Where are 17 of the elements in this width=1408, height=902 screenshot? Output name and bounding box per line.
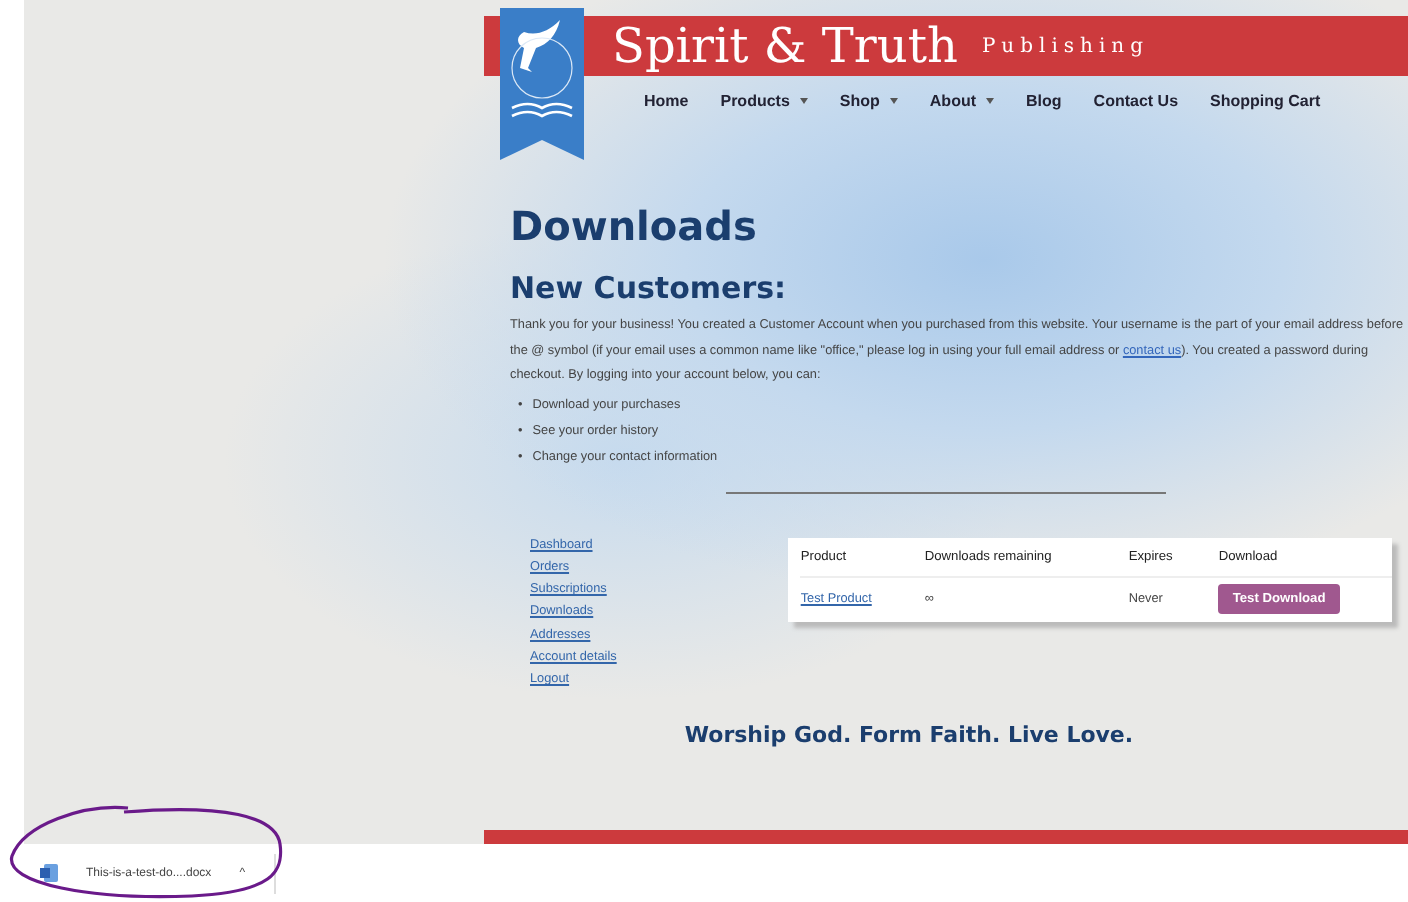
site-title: Spirit & Truth	[612, 18, 958, 74]
nav-link[interactable]: About	[929, 92, 995, 110]
caret-icon	[986, 98, 995, 104]
tagline: Worship God. Form Faith. Live Love.	[684, 722, 1134, 749]
site-subtitle: Publishing	[981, 35, 1150, 57]
nav-link[interactable]: Shopping Cart	[1210, 92, 1321, 110]
nav-link[interactable]: Contact Us	[1093, 92, 1179, 110]
page-heading: Downloads	[510, 202, 759, 250]
nav-link[interactable]: Shop	[839, 92, 898, 110]
logo-icon	[500, 8, 584, 160]
caret-icon	[799, 98, 808, 104]
document-icon	[40, 864, 58, 882]
caret-icon	[889, 98, 898, 104]
nav-link[interactable]: Products	[720, 92, 808, 110]
nav-link[interactable]: Blog	[1026, 92, 1062, 110]
section-heading: New Customers:	[510, 270, 789, 306]
nav-link[interactable]: Home	[644, 92, 689, 110]
